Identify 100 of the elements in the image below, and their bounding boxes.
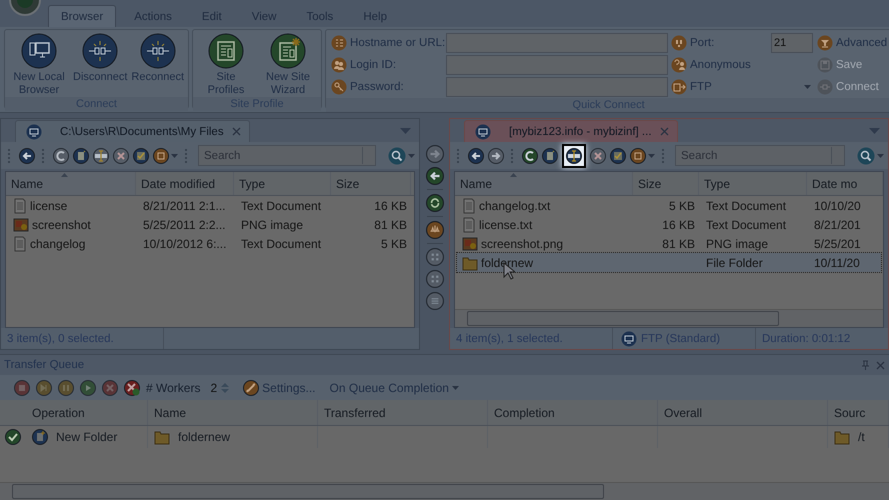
document-icon[interactable] <box>542 148 558 164</box>
port-icon <box>671 35 688 51</box>
column-header[interactable]: Sourc <box>828 400 889 425</box>
column-header[interactable]: Type <box>699 172 807 195</box>
file-name[interactable]: changelog <box>30 236 86 250</box>
workers-spinner[interactable]: 2 <box>206 380 234 394</box>
table-cell: 5/25/2011 2:2... <box>143 218 226 232</box>
table-cell: Text Document <box>241 236 322 250</box>
table-cell: 8/21/201 <box>814 218 861 232</box>
key-icon <box>331 79 348 95</box>
document-icon <box>462 216 476 232</box>
dropdown-caret-icon <box>452 386 459 390</box>
table-cell: 5 KB <box>668 198 695 212</box>
file-name[interactable]: license.txt <box>479 218 532 232</box>
settings-button[interactable]: Settings... <box>239 380 320 396</box>
ribbon-button[interactable]: Site Profiles <box>197 33 256 97</box>
anonymous-option[interactable]: Anonymous <box>671 57 814 73</box>
file-name[interactable]: screenshot <box>32 218 91 232</box>
file-name[interactable]: foldernew <box>481 256 534 270</box>
column-header[interactable]: Transferred <box>318 400 488 425</box>
folder-icon <box>834 429 850 445</box>
back-icon[interactable] <box>19 148 35 164</box>
table-cell: 81 KB <box>662 236 695 250</box>
file-name[interactable]: changelog.txt <box>479 198 550 212</box>
dropdown-caret-icon <box>804 85 812 89</box>
wrench-icon <box>243 380 260 396</box>
checkmark-icon[interactable] <box>133 148 149 164</box>
selected-row[interactable]: foldernew File Folder 10/11/20 <box>457 253 881 272</box>
table-cell: Text Document <box>706 218 786 232</box>
pane-tab[interactable]: [mybiz123.info - mybizinf] ... <box>464 120 678 142</box>
back-icon[interactable] <box>468 148 484 164</box>
file-name[interactable]: license <box>30 198 68 212</box>
ribbon-button[interactable]: New Local Browser <box>9 33 69 97</box>
workers-label: # Workers <box>146 380 200 394</box>
port-field[interactable]: 21 <box>771 33 814 53</box>
stop-icon[interactable] <box>14 380 30 396</box>
column-header[interactable]: Date modified <box>136 172 234 195</box>
protocol-icon <box>671 79 688 95</box>
monitor-icon <box>26 124 42 140</box>
table-cell: 16 KB <box>374 198 407 212</box>
balance-icon[interactable] <box>426 221 444 239</box>
frame-icon[interactable] <box>153 148 169 164</box>
column-header[interactable]: Date mo <box>807 172 883 195</box>
frame-icon[interactable] <box>630 148 646 164</box>
spinner-arrows-icon <box>221 382 230 394</box>
new-folder-icon <box>32 429 48 445</box>
menu-tab[interactable]: Browser <box>48 5 116 27</box>
column-header[interactable]: Name <box>148 400 318 425</box>
ribbon-button[interactable]: Disconnect <box>73 33 128 97</box>
ribbon-action[interactable]: Advanced <box>813 35 888 51</box>
ribbon-button[interactable]: New Site Wizard <box>259 33 318 97</box>
pause-icon[interactable] <box>58 380 74 396</box>
clear-icon[interactable] <box>124 380 140 396</box>
cancel-icon[interactable] <box>102 380 118 396</box>
protocol-dropdown[interactable]: FTP <box>671 79 814 95</box>
folder-icon <box>462 254 478 270</box>
text-field[interactable] <box>446 33 668 53</box>
highlighted-button[interactable] <box>562 144 586 168</box>
table-cell: New Folder <box>56 430 118 444</box>
refresh-icon[interactable] <box>522 148 538 164</box>
field-label: Hostname or URL: <box>350 37 446 49</box>
queue-completion-dropdown[interactable]: On Queue Completion <box>326 380 463 394</box>
funnel-icon <box>817 35 834 51</box>
anonymous-user-icon <box>671 57 688 73</box>
horizontal-scrollbar[interactable] <box>0 482 889 500</box>
checkmark-icon[interactable] <box>610 148 626 164</box>
document-icon[interactable] <box>73 148 89 164</box>
column-header[interactable]: Operation <box>26 400 148 425</box>
search-icon[interactable] <box>857 146 875 164</box>
column-header[interactable]: Name <box>455 172 633 195</box>
text-cursor-icon[interactable] <box>566 148 582 164</box>
column-header[interactable]: Name <box>6 172 136 195</box>
folder-icon <box>154 429 170 445</box>
column-header[interactable]: Size <box>633 172 699 195</box>
file-name[interactable]: screenshot.png <box>481 236 564 250</box>
column-header[interactable]: Completion <box>488 400 658 425</box>
skip-icon[interactable] <box>36 380 52 396</box>
ribbon-button[interactable]: Reconnect <box>131 33 184 97</box>
column-header[interactable]: Size <box>331 172 411 195</box>
table-cell: 10/10/2012 6:... <box>143 236 226 250</box>
pane-tab[interactable]: C:\Users\R\Documents\My Files <box>15 120 250 142</box>
field-label: Login ID: <box>350 59 396 71</box>
text-field[interactable] <box>446 55 668 75</box>
text-field[interactable] <box>446 77 668 97</box>
image-file-icon <box>462 236 478 252</box>
column-header[interactable]: Type <box>234 172 331 195</box>
app-logo-icon[interactable] <box>8 0 42 16</box>
table-cell: foldernew <box>178 430 230 444</box>
field-label: Password: <box>350 81 404 93</box>
plug-icon <box>817 79 834 95</box>
monitor-icon <box>621 330 637 346</box>
monitor-icon <box>21 33 57 69</box>
table-cell: PNG image <box>241 218 304 232</box>
sync-icon[interactable] <box>426 194 444 212</box>
table-cell: 10/11/20 <box>814 256 860 270</box>
search-icon[interactable] <box>388 146 406 164</box>
play-icon[interactable] <box>80 380 96 396</box>
horizontal-scrollbar[interactable] <box>455 309 883 327</box>
profile-card-icon <box>208 33 244 69</box>
column-header[interactable]: Overall <box>658 400 828 425</box>
